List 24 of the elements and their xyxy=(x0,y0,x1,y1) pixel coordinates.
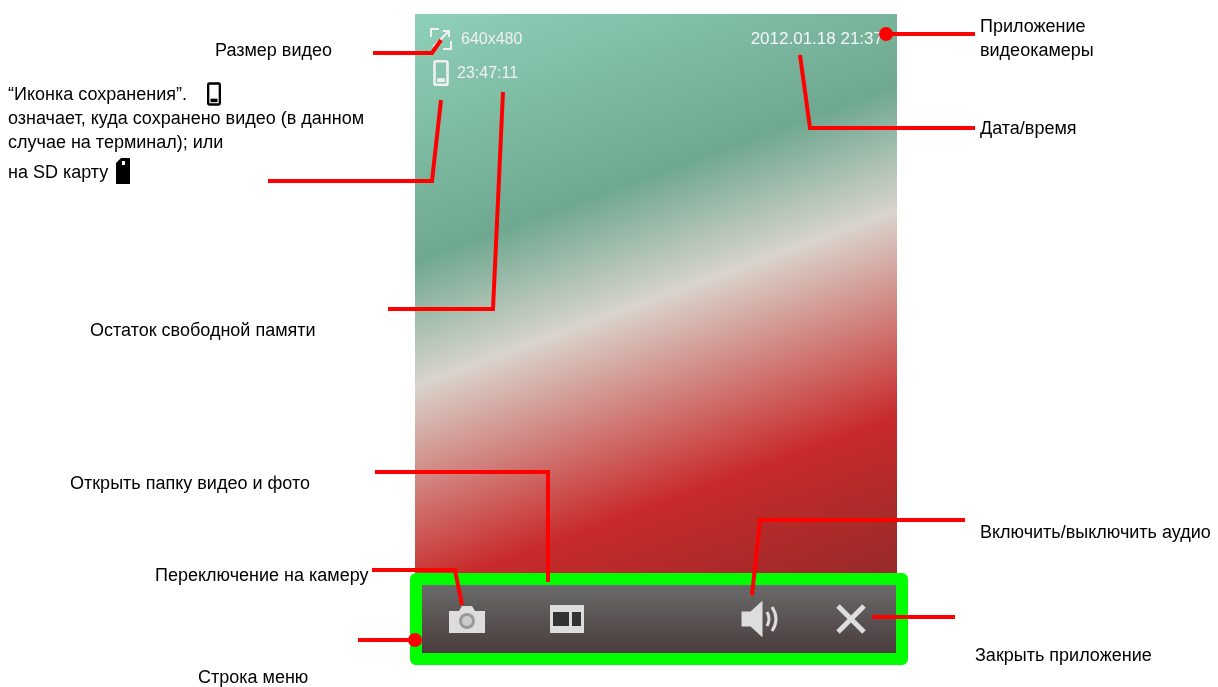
callout-label: Размер видео xyxy=(215,39,332,62)
close-icon xyxy=(835,603,867,635)
callout-label: Строка меню xyxy=(198,666,309,687)
callout-label: “Иконка сохранения”. xyxy=(8,83,187,106)
leader-dot xyxy=(879,27,893,41)
datetime-text: 2012.01.18 21:37 xyxy=(750,28,883,50)
leader-line xyxy=(373,38,443,55)
callout-label: Закрыть приложение xyxy=(975,644,1152,667)
callout-label: Приложение видеокамеры xyxy=(980,15,1095,62)
phone-icon xyxy=(206,82,221,106)
resolution-text: 640x480 xyxy=(461,28,523,49)
sd-card-icon xyxy=(116,158,131,184)
callout-label: Открыть папку видео и фото xyxy=(70,472,310,495)
remaining-time-text: 23:47:11 xyxy=(457,62,519,83)
callout-label: на SD карту xyxy=(8,161,109,184)
leader-dot xyxy=(408,633,422,647)
film-icon xyxy=(549,604,585,634)
callout-label: Остаток свободной памяти xyxy=(90,319,316,342)
phone-icon xyxy=(433,59,449,86)
callout-label: Включить/выключить аудио xyxy=(980,521,1212,544)
resize-icon xyxy=(429,26,453,51)
callout-label: Дата/время xyxy=(980,117,1077,140)
camera-icon xyxy=(447,603,487,635)
callout-label: Переключение на камеру xyxy=(155,564,370,587)
